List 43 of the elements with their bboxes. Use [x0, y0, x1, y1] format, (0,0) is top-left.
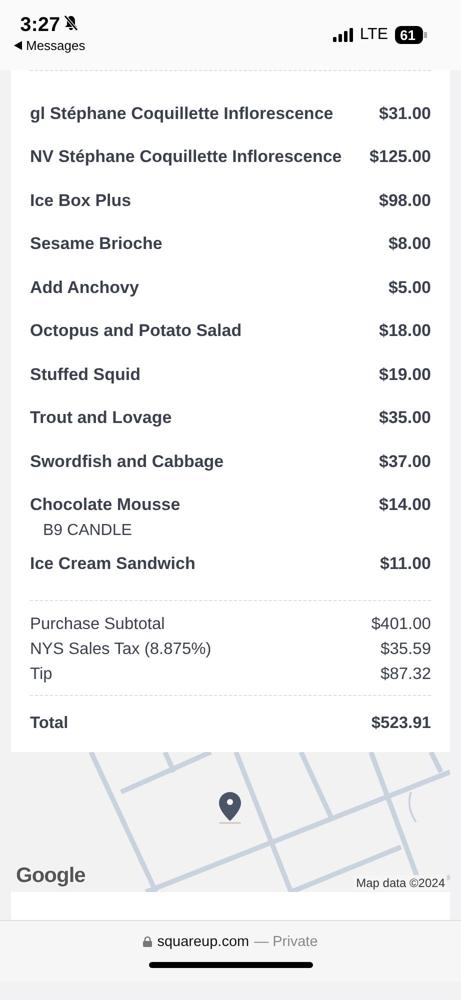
- item-name: Ice Cream Sandwich: [30, 554, 196, 574]
- address-bar[interactable]: squareup.com — Private: [143, 934, 318, 950]
- item-name: Octopus and Potato Salad: [30, 321, 242, 342]
- summary-amount: $87.32: [380, 664, 431, 684]
- summary-label: NYS Sales Tax (8.875%): [30, 640, 212, 658]
- item-price: $8.00: [388, 234, 431, 254]
- summary-amount: $401.00: [371, 614, 431, 634]
- item-price: $18.00: [379, 321, 431, 342]
- item-name: Chocolate Mousse: [30, 495, 180, 516]
- back-to-messages-link[interactable]: Messages: [14, 38, 86, 53]
- item-name: Trout and Lovage: [30, 408, 172, 428]
- map-logo: Google: [16, 864, 86, 888]
- item-price: $5.00: [388, 278, 431, 298]
- item-name: Swordfish and Cabbage: [30, 452, 224, 472]
- item-price: $98.00: [379, 190, 431, 211]
- summary-label: Tip: [30, 664, 52, 684]
- summary-amount: $35.59: [380, 640, 431, 658]
- map-attribution: Map data ©2024: [354, 874, 447, 890]
- item-name: Stuffed Squid: [30, 364, 140, 385]
- item-price: $37.00: [379, 452, 431, 472]
- item-price: $35.00: [379, 408, 431, 428]
- battery-tip-icon: [424, 32, 427, 38]
- back-triangle-icon: [14, 41, 22, 50]
- clock-time: 3:27: [20, 14, 60, 37]
- item-name: gl Stéphane Coquillette Inflorescence: [30, 104, 334, 124]
- item-price: $19.00: [379, 364, 431, 385]
- item-price: $31.00: [379, 104, 431, 124]
- summary-label: Purchase Subtotal: [30, 614, 165, 634]
- battery-level: 61: [395, 26, 423, 44]
- item-price: $14.00: [379, 495, 431, 516]
- item-modifier: B9 CANDLE: [43, 522, 132, 540]
- lock-icon: [143, 936, 152, 947]
- item-price: $125.00: [370, 147, 431, 168]
- signal-icon: [332, 28, 353, 42]
- item-price: $11.00: [380, 554, 431, 574]
- total-label: Total: [30, 714, 68, 733]
- network-type: LTE: [360, 26, 388, 44]
- item-name: Ice Box Plus: [30, 190, 132, 211]
- item-name: Add Anchovy: [30, 278, 139, 298]
- item-name: Sesame Brioche: [30, 234, 162, 254]
- total-amount: $523.91: [371, 714, 431, 733]
- home-indicator[interactable]: [148, 962, 312, 968]
- item-name: NV Stéphane Coquillette Inflorescence: [30, 147, 342, 168]
